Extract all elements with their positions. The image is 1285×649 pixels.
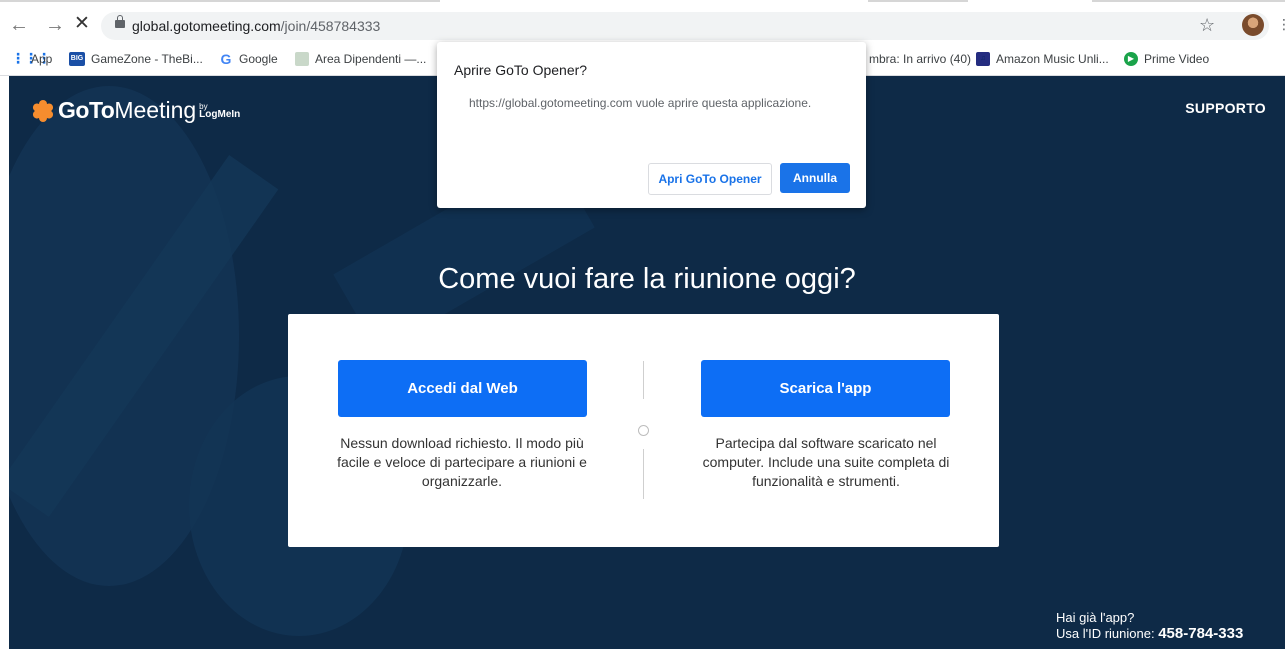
open-goto-opener-button[interactable]: Apri GoTo Opener (648, 163, 772, 195)
url-path: /join/458784333 (280, 18, 381, 34)
logo-logmein-text: LogMeIn (199, 108, 241, 120)
browser-menu-icon[interactable]: ⋮ (1277, 16, 1285, 33)
bookmark-label: Prime Video (1144, 52, 1210, 66)
bookmark-apps[interactable]: ⋮⋮⋮ App (11, 50, 53, 66)
bookmark-area-dipendenti[interactable]: Area Dipendenti —... (295, 52, 426, 66)
join-options-card: Accedi dal Web Nessun download richiesto… (288, 314, 999, 547)
open-app-dialog: Aprire GoTo Opener? https://global.gotom… (437, 42, 866, 208)
tab-strip-edge (0, 0, 440, 2)
browser-toolbar: ← → ✕ global.gotomeeting.com/join/458784… (0, 0, 1285, 44)
address-bar[interactable]: global.gotomeeting.com/join/458784333 ☆ (101, 12, 1269, 40)
meeting-id-label: Usa l'ID riunione: (1056, 626, 1155, 641)
gotomeeting-flower-icon (31, 99, 55, 122)
logo-goto-text: GoTo (58, 97, 115, 123)
apps-grid-icon: ⋮⋮⋮ (11, 50, 51, 66)
support-link[interactable]: SUPPORTO (1185, 100, 1266, 116)
tab-strip-edge (1092, 0, 1285, 2)
download-app-button[interactable]: Scarica l'app (701, 360, 950, 417)
divider-line (643, 449, 644, 499)
meeting-id-hint: Hai già l'app? Usa l'ID riunione: 458-78… (1056, 610, 1243, 642)
logo-meeting-text: Meeting (114, 97, 197, 123)
google-icon: G (220, 51, 232, 67)
bookmark-label: Amazon Music Unli... (996, 52, 1109, 66)
url-host: global.gotomeeting.com (132, 18, 281, 34)
web-description: Nessun download richiesto. Il modo più f… (337, 435, 587, 489)
divider-line (643, 361, 644, 399)
meeting-id-value: 458-784-333 (1158, 625, 1244, 642)
tab-strip-edge (868, 0, 968, 2)
have-app-text: Hai già l'app? (1056, 610, 1135, 625)
bookmark-label: mbra: In arrivo (40) (869, 52, 972, 66)
bookmark-label: Area Dipendenti —... (315, 52, 427, 66)
prime-video-icon: ▶ (1124, 52, 1138, 66)
dialog-title: Aprire GoTo Opener? (454, 62, 588, 78)
bookmark-label: Google (239, 52, 278, 66)
forward-arrow-icon[interactable]: → (45, 15, 65, 35)
gamezone-icon: BIG (69, 52, 85, 66)
meeting-id-line: Usa l'ID riunione: 458-784-333 (1056, 626, 1243, 642)
app-description: Partecipa dal software scaricato nel com… (702, 435, 950, 489)
bookmark-inbox[interactable]: mbra: In arrivo (40) (869, 52, 971, 66)
amazon-music-icon: ♫ (976, 52, 990, 66)
bookmark-star-icon[interactable]: ☆ (1199, 15, 1215, 36)
gotomeeting-logo[interactable]: GoTo Meeting by LogMeIn (31, 97, 241, 124)
bookmark-prime-video[interactable]: ▶ Prime Video (1124, 52, 1209, 66)
bookmark-label: App (31, 52, 53, 66)
bookmark-google[interactable]: G Google (219, 52, 278, 66)
join-from-web-button[interactable]: Accedi dal Web (338, 360, 587, 417)
url-text[interactable]: global.gotomeeting.com/join/458784333 (132, 18, 380, 34)
back-arrow-icon[interactable]: ← (9, 15, 29, 35)
area-dipendenti-icon (295, 52, 309, 66)
bookmark-amazon-music[interactable]: ♫ Amazon Music Unli... (976, 52, 1109, 66)
profile-avatar[interactable] (1242, 14, 1264, 36)
bookmark-gamezone[interactable]: BIG GameZone - TheBi... (69, 52, 203, 66)
stop-loading-icon[interactable]: ✕ (74, 14, 90, 34)
logo-by-logmein: by LogMeIn (199, 102, 241, 120)
cancel-button[interactable]: Annulla (780, 163, 850, 193)
lock-icon[interactable] (115, 15, 125, 28)
dialog-message: https://global.gotomeeting.com vuole apr… (469, 96, 812, 110)
page-title: Come vuoi fare la riunione oggi? (438, 263, 856, 296)
divider-circle (638, 425, 649, 436)
bookmark-label: GameZone - TheBi... (91, 52, 203, 66)
